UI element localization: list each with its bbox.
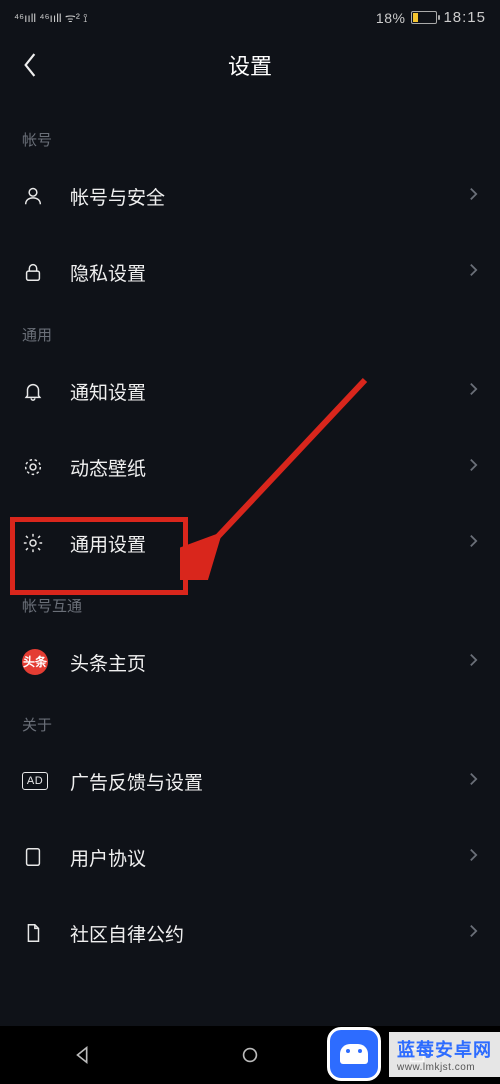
section-header-linking: 帐号互通: [0, 581, 500, 624]
row-user-agreement[interactable]: 用户协议: [0, 819, 500, 895]
ad-icon: AD: [22, 772, 54, 790]
row-community-rules[interactable]: 社区自律公约: [0, 895, 500, 971]
row-label: 帐号与安全: [70, 183, 469, 210]
person-icon: [22, 185, 54, 207]
nav-home-button[interactable]: [167, 1044, 334, 1066]
section-header-account: 帐号: [0, 115, 500, 158]
lock-icon: [22, 261, 54, 283]
clock: 18:15: [443, 9, 486, 26]
chevron-right-icon: [469, 652, 478, 673]
chevron-right-icon: [469, 847, 478, 868]
status-signal-icons: ⁴⁶ııll ⁴⁶ııll ᯤ² ⟟: [14, 9, 94, 27]
chevron-right-icon: [469, 533, 478, 554]
chevron-right-icon: [469, 457, 478, 478]
section-header-general: 通用: [0, 310, 500, 353]
back-button[interactable]: [0, 35, 60, 95]
row-account-security[interactable]: 帐号与安全: [0, 158, 500, 234]
row-label: 头条主页: [70, 649, 469, 676]
nav-back-button[interactable]: [0, 1044, 167, 1066]
row-toutiao-home[interactable]: 头条 头条主页: [0, 624, 500, 700]
toutiao-icon: 头条: [22, 649, 54, 675]
row-label: 通知设置: [70, 378, 469, 405]
row-label: 隐私设置: [70, 259, 469, 286]
section-header-about: 关于: [0, 700, 500, 743]
chevron-right-icon: [469, 262, 478, 283]
row-general-settings[interactable]: 通用设置: [0, 505, 500, 581]
row-privacy[interactable]: 隐私设置: [0, 234, 500, 310]
chevron-right-icon: [469, 186, 478, 207]
row-label: 通用设置: [70, 530, 469, 557]
gear-icon: [22, 532, 54, 554]
page-title: 设置: [0, 49, 500, 81]
chevron-right-icon: [469, 923, 478, 944]
row-label: 用户协议: [70, 844, 469, 871]
row-live-wallpaper[interactable]: 动态壁纸: [0, 429, 500, 505]
file-icon: [22, 922, 54, 944]
battery-percent: 18%: [376, 10, 406, 26]
row-ad-settings[interactable]: AD 广告反馈与设置: [0, 743, 500, 819]
live-wallpaper-icon: [22, 456, 54, 478]
bell-icon: [22, 380, 54, 402]
battery-icon: [411, 11, 437, 24]
row-label: 社区自律公约: [70, 920, 469, 947]
chevron-right-icon: [469, 381, 478, 402]
watermark: 蓝莓安卓网 www.lmkjst.com: [327, 1027, 500, 1081]
watermark-logo-icon: [327, 1027, 381, 1081]
row-notifications[interactable]: 通知设置: [0, 353, 500, 429]
title-bar: 设置: [0, 35, 500, 95]
document-icon: [22, 846, 54, 868]
row-label: 广告反馈与设置: [70, 768, 469, 795]
watermark-url: www.lmkjst.com: [397, 1062, 492, 1073]
chevron-right-icon: [469, 771, 478, 792]
row-label: 动态壁纸: [70, 454, 469, 481]
status-bar: ⁴⁶ııll ⁴⁶ııll ᯤ² ⟟ 18% 18:15: [0, 0, 500, 35]
watermark-title: 蓝莓安卓网: [397, 1036, 492, 1062]
